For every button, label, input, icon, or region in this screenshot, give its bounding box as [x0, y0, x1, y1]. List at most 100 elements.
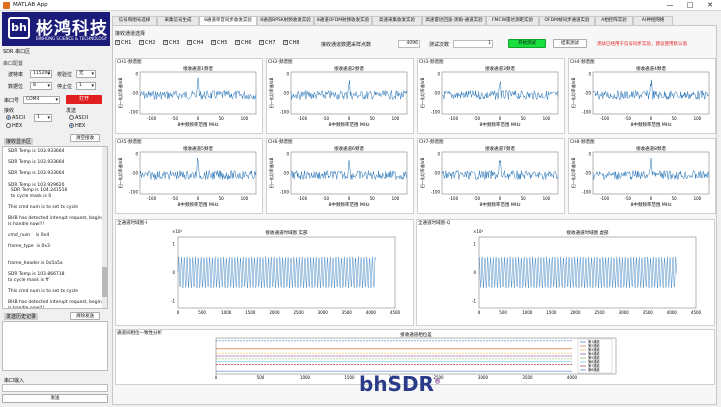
x-tick-label: 1000 [300, 375, 311, 380]
x-tick-label: 2500 [594, 310, 605, 315]
phase-legend: 第1通道第2通道第3通道第4通道第5通道第6通道第7通道第8通道 [577, 338, 613, 374]
clear-receive-button[interactable]: 清空接收 [70, 134, 100, 142]
port-select[interactable]: COM4 [23, 96, 60, 104]
send-hex-label: HEX [75, 123, 86, 129]
receive-log-scrollbar[interactable] [102, 147, 107, 308]
send-ascii-label: ASCII [75, 115, 89, 121]
count-stepper[interactable]: 1 [34, 114, 52, 122]
count-input[interactable]: 1 [453, 40, 493, 48]
y-axis-label: 归一化功率谱/dB [268, 157, 274, 188]
x-axis-label: 8中频频率范围 MHz [178, 201, 220, 208]
x-tick-label: 2000 [269, 310, 280, 315]
send-button[interactable]: 发送 [2, 394, 108, 403]
tab-2[interactable]: 采集信号生成 [157, 16, 199, 25]
spectrum-chart-box-8: CH8-频谱图 接收通道8频谱 0 -50 -100 -100 -50 0 50 100 8中频频率… [568, 138, 716, 214]
window-title: MATLAB App [13, 2, 48, 8]
start-test-button[interactable]: 开始测试 [508, 39, 546, 48]
rate-input[interactable]: 4096 [398, 40, 420, 48]
y-tick-label: 0 [135, 72, 138, 77]
channel-checkbox-ch3[interactable]: ✓CH3 [163, 40, 179, 46]
plot-area [592, 71, 710, 115]
channel-checkbox-ch6[interactable]: ✓CH6 [235, 40, 251, 46]
y-tick-label: -1 [171, 298, 175, 303]
tab-9[interactable]: OFDM帧同步通道实验 [539, 16, 595, 25]
parity-select[interactable]: 无 [76, 70, 96, 78]
channel-checkbox-ch4[interactable]: ✓CH4 [187, 40, 203, 46]
receive-log[interactable]: SDR Temp is 103.933664 SDR Temp is 103.9… [2, 146, 108, 309]
port-label: 串口号 [4, 98, 20, 104]
stop-test-button[interactable]: 结束测试 [553, 39, 587, 48]
tab-1[interactable]: 信号和图号选择 [112, 16, 157, 25]
x-tick-label: 1500 [546, 310, 557, 315]
x-axis-label: 8中频频率范围 MHz [480, 121, 522, 128]
tab-7[interactable]: 高速雷达回波-测角-通道实验 [422, 16, 486, 25]
spectrum-chart-caption: CH4-频谱图 [570, 60, 595, 65]
x-tick-label: 50 [370, 116, 376, 121]
tab-4[interactable]: 8通道BPSK射频收发实验 [257, 16, 314, 25]
y-axis-label: 归一化功率谱/dB [570, 77, 576, 108]
close-button[interactable]: ✕ [700, 0, 720, 11]
x-tick-label: 100 [543, 196, 551, 201]
spectrum-chart-caption: CH3-频谱图 [419, 60, 444, 65]
x-tick-label: 50 [219, 196, 225, 201]
channel-checkbox-ch7[interactable]: ✓CH7 [259, 40, 275, 46]
maximize-button[interactable]: □ [680, 0, 700, 11]
x-tick-label: 0 [650, 116, 653, 121]
x-tick-label: -100 [600, 116, 610, 121]
serial-input-field[interactable] [2, 384, 108, 392]
x-tick-label: -100 [449, 116, 459, 121]
minimize-button[interactable]: — [660, 0, 680, 11]
channel-group-label: 接收通道选择 [115, 31, 146, 37]
x-tick-label: 100 [392, 196, 400, 201]
receive-hex-label: HEX [12, 123, 23, 129]
tab-8[interactable]: FMCW雷达测距实验 [486, 16, 539, 25]
y-tick-label: 0 [286, 152, 289, 157]
x-tick-label: -100 [147, 196, 157, 201]
channel-checkbox-ch1[interactable]: ✓CH1 [115, 40, 131, 46]
tab-11[interactable]: AI神经网络 [633, 16, 673, 25]
spectrum-chart-caption: CH5-频谱图 [117, 140, 142, 145]
tab-6[interactable]: 高速采集收发实验 [372, 16, 422, 25]
spectrum-chart-title: 接收通道3频谱 [485, 66, 515, 72]
y-tick-label: -50 [584, 171, 591, 176]
x-tick-label: 50 [521, 116, 527, 121]
baud-select[interactable]: 115200 [30, 70, 52, 78]
channel-checkbox-ch5[interactable]: ✓CH5 [211, 40, 227, 46]
spectrum-chart-box-2: CH2-频谱图 接收通道2频谱 0 -50 -100 -100 -50 0 50 100 8中频频率… [266, 58, 414, 134]
check-icon: ✓ [283, 40, 288, 45]
x-tick-label: 100 [694, 116, 702, 121]
stopbits-select[interactable]: 1 [76, 82, 96, 90]
x-tick-label: 1000 [522, 310, 533, 315]
x-tick-label: 1000 [221, 310, 232, 315]
count-label: 测试次数 [429, 42, 450, 48]
y-tick-label: -50 [433, 171, 440, 176]
x-tick-label: 0 [348, 196, 351, 201]
receive-hex-radio[interactable]: HEX [6, 123, 22, 129]
spectrum-chart-box-6: CH6-频谱图 接收通道6频谱 0 -50 -100 -100 -50 0 50 100 8中频频率… [266, 138, 414, 214]
open-port-button[interactable]: 打开 [66, 95, 102, 104]
check-icon: ✓ [115, 40, 120, 45]
x-tick-label: 4000 [567, 375, 578, 380]
send-ascii-radio[interactable]: ASCII [69, 115, 88, 121]
send-hex-radio[interactable]: HEX [69, 123, 85, 129]
y-tick-label: 0 [437, 72, 440, 77]
y-tick-label: 0 [588, 72, 591, 77]
log-lines: SDR Temp is 103.933664 SDR Temp is 103.9… [8, 149, 102, 308]
clear-send-button[interactable]: 清除发送 [70, 312, 100, 320]
y-tick-label: 0 [588, 152, 591, 157]
send-history[interactable] [2, 321, 108, 371]
channel-checkbox-ch8[interactable]: ✓CH8 [283, 40, 299, 46]
y-tick-label: -50 [282, 171, 289, 176]
receive-ascii-radio[interactable]: ASCII [6, 115, 25, 121]
x-tick-label: 50 [370, 196, 376, 201]
databits-select[interactable]: 8 [30, 82, 52, 90]
spectrum-chart-2: 接收通道2频谱 0 -50 -100 -100 -50 0 50 100 8中频频率范围 MHz 归… [268, 66, 408, 128]
tab-10[interactable]: A相控阵实验 [595, 16, 633, 25]
tab-5[interactable]: 8通道OFDM射频收发实验 [314, 16, 372, 25]
x-axis-label: 8中频频率范围 MHz [480, 201, 522, 208]
spectrum-chart-1: 接收通道1频谱 0 -50 -100 -100 -50 0 50 100 8中频频率范围 MHz 归… [117, 66, 257, 128]
x-axis-label: 8中频频率范围 MHz [631, 201, 673, 208]
x-tick-label: 3500 [522, 375, 533, 380]
y-tick-label: -1 [472, 298, 476, 303]
channel-checkbox-ch2[interactable]: ✓CH2 [139, 40, 155, 46]
